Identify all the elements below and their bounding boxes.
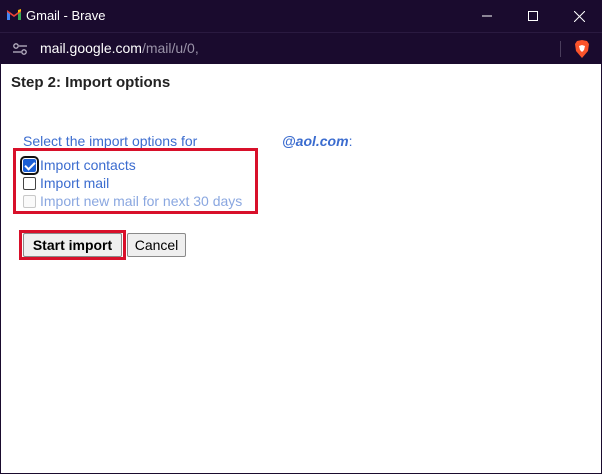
start-import-button[interactable]: Start import (23, 233, 122, 257)
option-import-new-mail: Import new mail for next 30 days (23, 192, 242, 210)
brave-shields-icon[interactable] (574, 40, 590, 58)
option-import-mail[interactable]: Import mail (23, 174, 109, 192)
import-mail-checkbox[interactable] (23, 176, 36, 190)
cancel-button[interactable]: Cancel (127, 233, 186, 257)
url-field[interactable]: mail.google.com/mail/u/0, (40, 40, 199, 56)
email-domain-text: @aol.com (282, 133, 349, 149)
address-bar: mail.google.com/mail/u/0, (0, 32, 602, 64)
minimize-button[interactable] (464, 0, 510, 32)
import-new-mail-checkbox (23, 194, 36, 208)
minimize-icon (482, 15, 492, 17)
address-bar-divider (560, 41, 561, 57)
import-dialog-content: Step 2: Import options Select the import… (0, 64, 602, 474)
source-email-address: @aol.com: (282, 133, 352, 149)
import-new-mail-label: Import new mail for next 30 days (40, 193, 243, 209)
import-mail-label: Import mail (40, 175, 110, 191)
import-contacts-checkbox[interactable] (20, 155, 39, 175)
site-settings-icon[interactable] (12, 42, 28, 56)
import-options-intro: Select the import options for (23, 133, 198, 149)
url-path: /mail/u/0, (141, 40, 199, 56)
close-icon (573, 10, 585, 22)
import-contacts-label: Import contacts (40, 157, 136, 173)
url-host: mail.google.com (40, 40, 142, 56)
gmail-logo-icon (7, 9, 21, 20)
maximize-icon (528, 11, 538, 21)
page-title: Step 2: Import options (11, 74, 171, 91)
close-button[interactable] (556, 0, 602, 32)
maximize-button[interactable] (510, 0, 556, 32)
email-colon: : (348, 133, 353, 149)
option-import-contacts[interactable]: Import contacts (20, 155, 136, 175)
window-titlebar: Gmail - Brave (0, 0, 602, 32)
window-title: Gmail - Brave (26, 8, 106, 23)
